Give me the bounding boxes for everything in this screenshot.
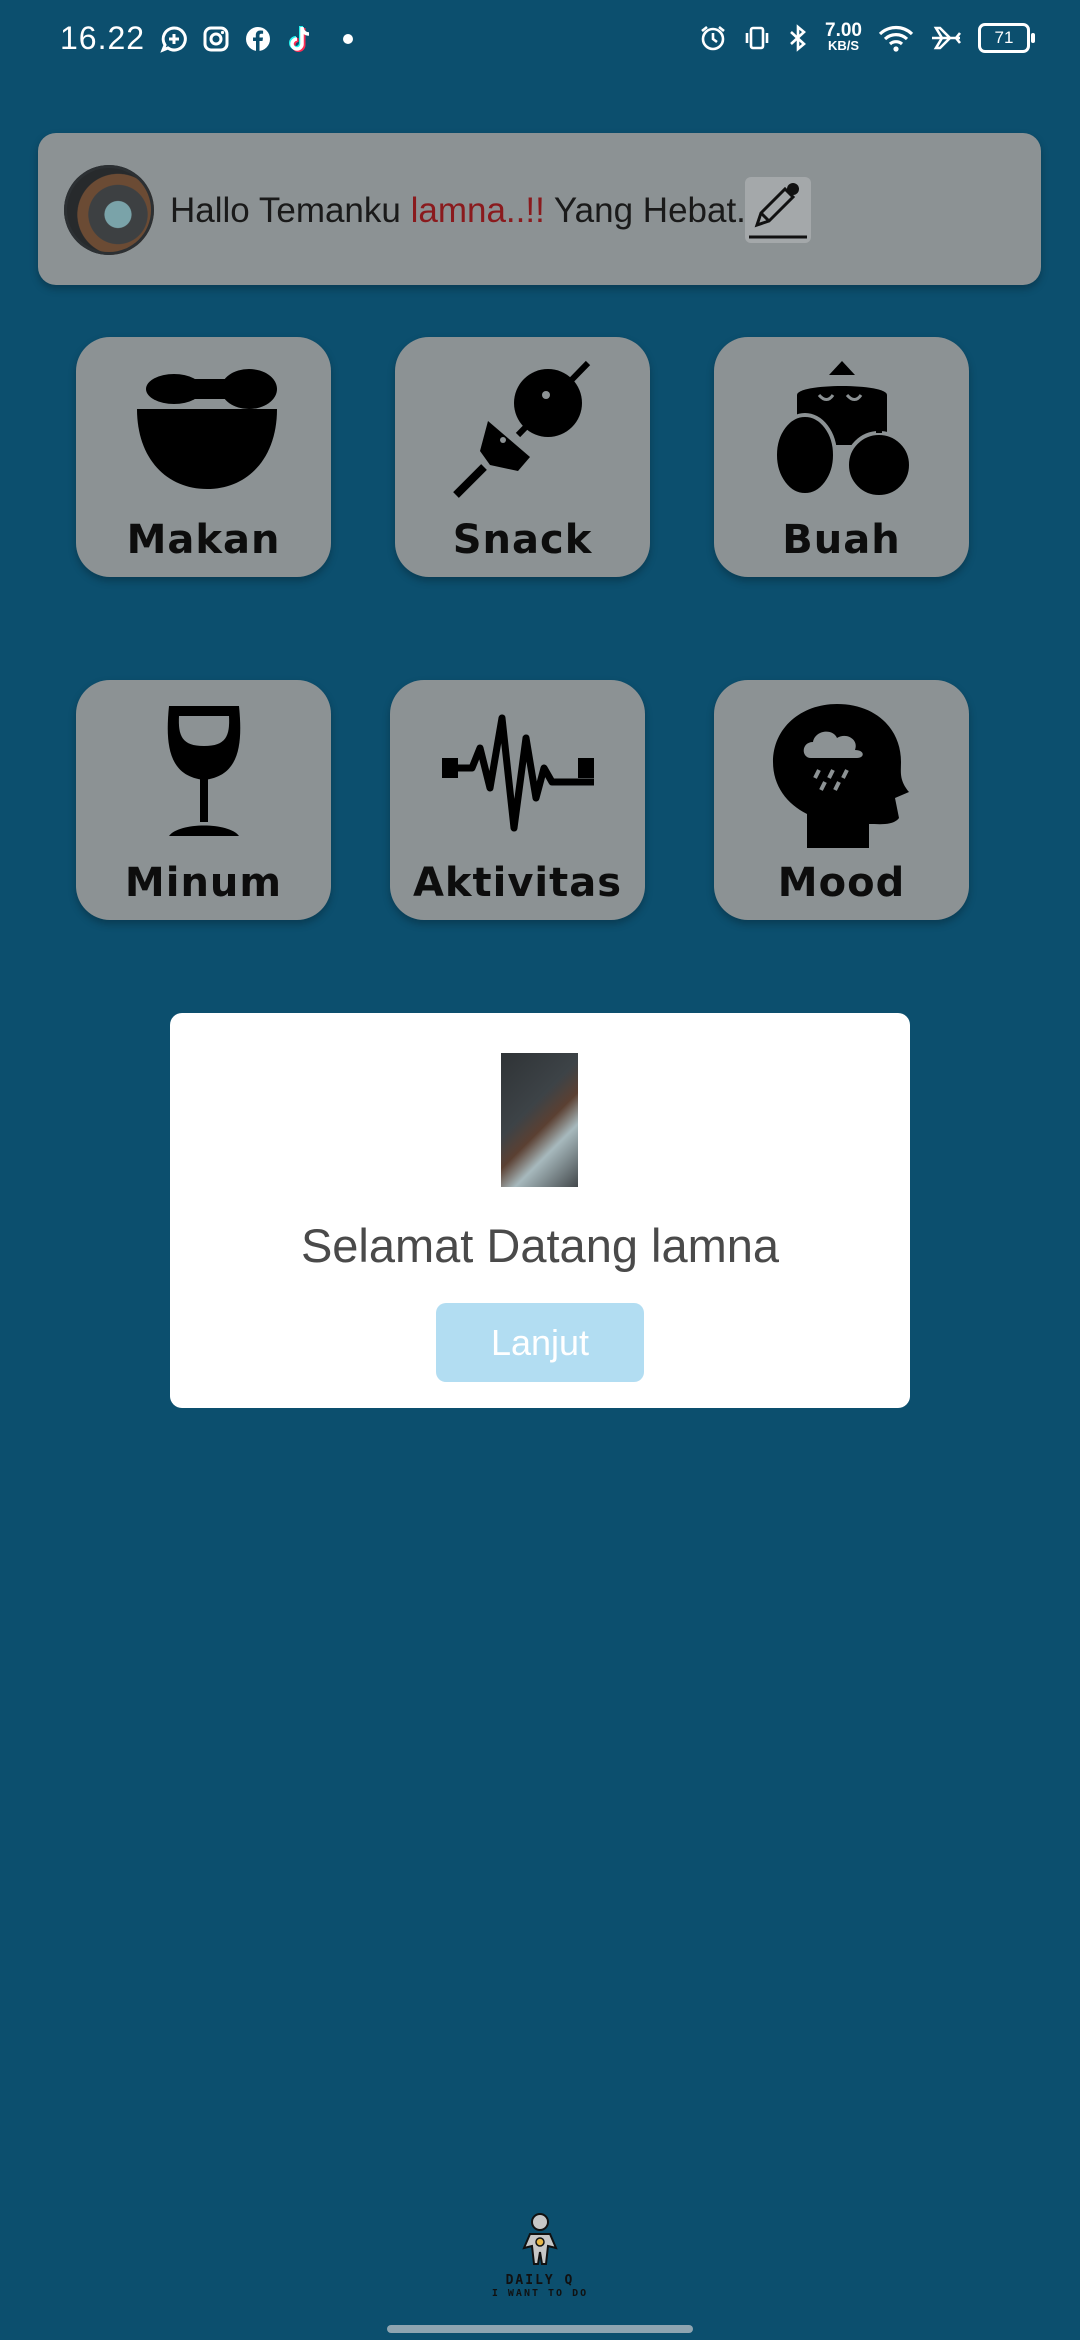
battery-level: 71 [994, 27, 1014, 47]
tiktok-icon [289, 26, 310, 52]
home-indicator[interactable] [387, 2325, 693, 2333]
greeting-card: Hallo Temanku lamna..!! Yang Hebat.. [38, 133, 1041, 285]
profile-photo [501, 1053, 578, 1187]
dialog-title: Selamat Datang lamna [300, 1219, 780, 1272]
category-mood[interactable]: Mood [714, 680, 969, 920]
fruit-basket-icon [772, 361, 913, 499]
continue-button[interactable]: Lanjut [436, 1303, 644, 1382]
category-aktivitas[interactable]: Aktivitas [390, 680, 645, 920]
greeting-text: Hallo Temanku lamna..!! Yang Hebat.. [170, 191, 756, 231]
dot-icon [343, 34, 353, 44]
app-logo: DAILY Q I WANT TO DO [470, 2212, 610, 2306]
logo-tagline: I WANT TO DO [491, 2288, 589, 2299]
logo-title: DAILY Q [505, 2273, 575, 2288]
pulse-wave-icon [441, 714, 594, 832]
battery-icon: 71 [978, 22, 1035, 53]
speed-unit: KB/S [827, 38, 860, 53]
category-label: Minum [124, 860, 283, 906]
vibrate-icon [745, 26, 769, 49]
status-time: 16.22 [60, 20, 146, 56]
airplane-icon [932, 26, 962, 49]
user-name: lamna..!! [410, 191, 545, 230]
category-minum[interactable]: Minum [76, 680, 331, 920]
category-label: Aktivitas [412, 860, 623, 906]
system-icons: 7.00 KB/S 71 [699, 20, 1035, 53]
instagram-icon [203, 26, 229, 52]
category-label: Makan [126, 517, 281, 563]
edit-profile-button[interactable] [745, 177, 811, 243]
wine-glass-icon [167, 706, 240, 836]
category-makan[interactable]: Makan [76, 337, 331, 577]
greeting-prefix: Hallo Temanku [170, 191, 411, 230]
category-snack[interactable]: Snack [395, 337, 650, 577]
category-label: Snack [452, 517, 593, 563]
notification-icons [160, 24, 358, 54]
alarm-icon [701, 25, 725, 50]
message-plus-icon [160, 26, 187, 53]
wifi-icon [878, 25, 914, 52]
avatar[interactable] [64, 165, 154, 255]
head-rain-cloud-icon [772, 704, 909, 848]
category-buah[interactable]: Buah [714, 337, 969, 577]
speed-value: 7.00 [825, 20, 862, 41]
category-label: Buah [782, 517, 901, 563]
bluetooth-icon [790, 23, 806, 52]
bowl-spoon-icon [136, 369, 277, 489]
network-speed: 7.00 KB/S [825, 20, 862, 53]
skewer-icon [452, 360, 590, 498]
facebook-icon [246, 27, 270, 51]
category-label: Mood [777, 860, 906, 906]
greeting-suffix: Yang Hebat.. [544, 191, 756, 230]
welcome-dialog: Selamat Datang lamna Lanjut [170, 1013, 910, 1408]
status-bar: 16.22 7.00 KB/S 71 [0, 0, 1080, 84]
mascot-icon [522, 2213, 558, 2265]
pencil-edit-icon [749, 183, 807, 239]
